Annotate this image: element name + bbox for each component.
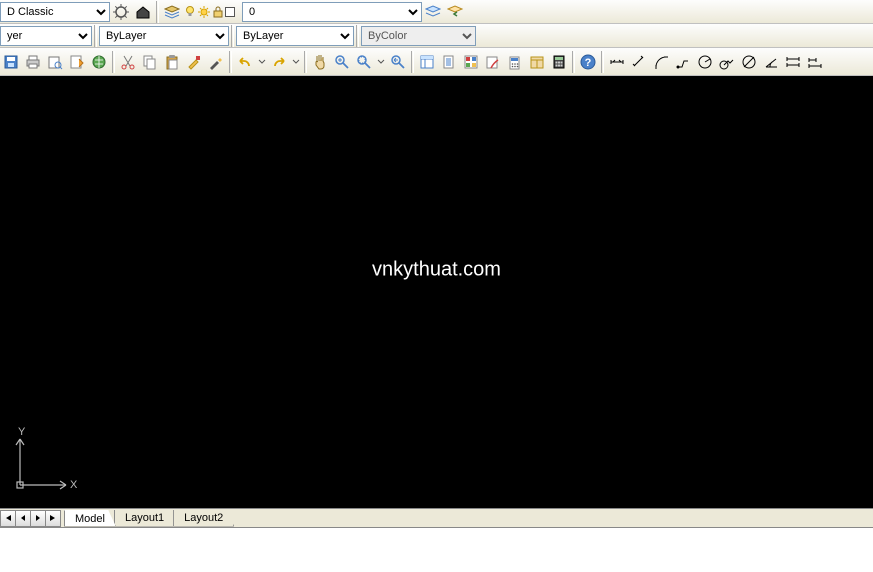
quickcalc-icon[interactable] — [505, 52, 525, 72]
separator — [112, 51, 115, 73]
separator — [231, 25, 234, 47]
layer-color-swatch[interactable] — [225, 5, 239, 19]
plotstyle-select[interactable]: ByColor — [361, 26, 476, 46]
dim-baseline-icon[interactable] — [805, 52, 825, 72]
plot-preview-icon[interactable] — [45, 52, 65, 72]
help-icon[interactable]: ? — [578, 52, 598, 72]
dim-angular-icon[interactable] — [761, 52, 781, 72]
lineweight-select[interactable]: ByLayer — [236, 26, 354, 46]
separator — [229, 51, 232, 73]
svg-text:X: X — [70, 479, 78, 491]
dim-ordinate-icon[interactable] — [673, 52, 693, 72]
dim-quick-icon[interactable] — [783, 52, 803, 72]
standard-toolbar: ? — [0, 48, 873, 76]
separator — [601, 51, 604, 73]
dim-radius-icon[interactable] — [695, 52, 715, 72]
drawing-area[interactable]: vnkythuat.com Y X — [0, 76, 873, 508]
separator — [304, 51, 307, 73]
dim-aligned-icon[interactable] — [629, 52, 649, 72]
command-window[interactable] — [0, 527, 873, 572]
properties-icon[interactable] — [417, 52, 437, 72]
zoom-realtime-icon[interactable] — [332, 52, 352, 72]
workspace-settings-icon[interactable] — [111, 2, 131, 22]
zoom-window-icon[interactable] — [354, 52, 374, 72]
design-center-icon[interactable] — [527, 52, 547, 72]
layer-state-icons — [183, 5, 239, 19]
tool-palettes-icon[interactable] — [461, 52, 481, 72]
layer-states-icon[interactable] — [423, 2, 443, 22]
tab-first-icon[interactable] — [0, 510, 16, 527]
layer-properties-icon[interactable] — [162, 2, 182, 22]
sheet-set-icon[interactable] — [439, 52, 459, 72]
copy-icon[interactable] — [140, 52, 160, 72]
properties-row: yer ByLayer ByLayer ByColor — [0, 24, 873, 48]
tab-last-icon[interactable] — [45, 510, 61, 527]
layout-tabs: Model Layout1 Layout2 — [0, 508, 873, 527]
sun-icon[interactable] — [197, 5, 211, 19]
match-properties-icon[interactable] — [184, 52, 204, 72]
cut-icon[interactable] — [118, 52, 138, 72]
workspace-layer-row: D Classic 0 — [0, 0, 873, 24]
separator — [156, 1, 159, 23]
tab-next-icon[interactable] — [30, 510, 46, 527]
block-editor-icon[interactable] — [206, 52, 226, 72]
lock-icon[interactable] — [211, 5, 225, 19]
dim-linear-icon[interactable] — [607, 52, 627, 72]
undo-icon[interactable] — [235, 52, 255, 72]
dim-arc-icon[interactable] — [651, 52, 671, 72]
bulb-icon[interactable] — [183, 5, 197, 19]
3d-dwf-icon[interactable] — [89, 52, 109, 72]
tab-layout2[interactable]: Layout2 — [173, 510, 234, 527]
dim-jogged-icon[interactable] — [717, 52, 737, 72]
zoom-previous-icon[interactable] — [388, 52, 408, 72]
watermark-text: vnkythuat.com — [372, 259, 501, 282]
separator — [94, 25, 97, 47]
linetype-select[interactable]: ByLayer — [99, 26, 229, 46]
svg-text:Y: Y — [18, 427, 26, 438]
separator — [411, 51, 414, 73]
zoom-dropdown-icon[interactable] — [376, 52, 386, 72]
calculator-icon[interactable] — [549, 52, 569, 72]
svg-text:?: ? — [585, 57, 592, 69]
undo-dropdown-icon[interactable] — [257, 52, 267, 72]
redo-dropdown-icon[interactable] — [291, 52, 301, 72]
layer-select[interactable]: 0 — [242, 2, 422, 22]
print-icon[interactable] — [23, 52, 43, 72]
save-icon[interactable] — [1, 52, 21, 72]
paste-icon[interactable] — [162, 52, 182, 72]
color-select[interactable]: yer — [0, 26, 92, 46]
tab-model[interactable]: Model — [64, 510, 116, 527]
command-prompt[interactable] — [5, 551, 868, 567]
tab-layout1[interactable]: Layout1 — [114, 510, 175, 527]
publish-icon[interactable] — [67, 52, 87, 72]
home-icon[interactable] — [133, 2, 153, 22]
workspace-select[interactable]: D Classic — [0, 2, 110, 22]
ucs-icon: Y X — [8, 427, 78, 500]
separator — [572, 51, 575, 73]
markup-icon[interactable] — [483, 52, 503, 72]
pan-icon[interactable] — [310, 52, 330, 72]
dim-diameter-icon[interactable] — [739, 52, 759, 72]
separator — [356, 25, 359, 47]
tab-prev-icon[interactable] — [15, 510, 31, 527]
redo-icon[interactable] — [269, 52, 289, 72]
layer-previous-icon[interactable] — [445, 2, 465, 22]
